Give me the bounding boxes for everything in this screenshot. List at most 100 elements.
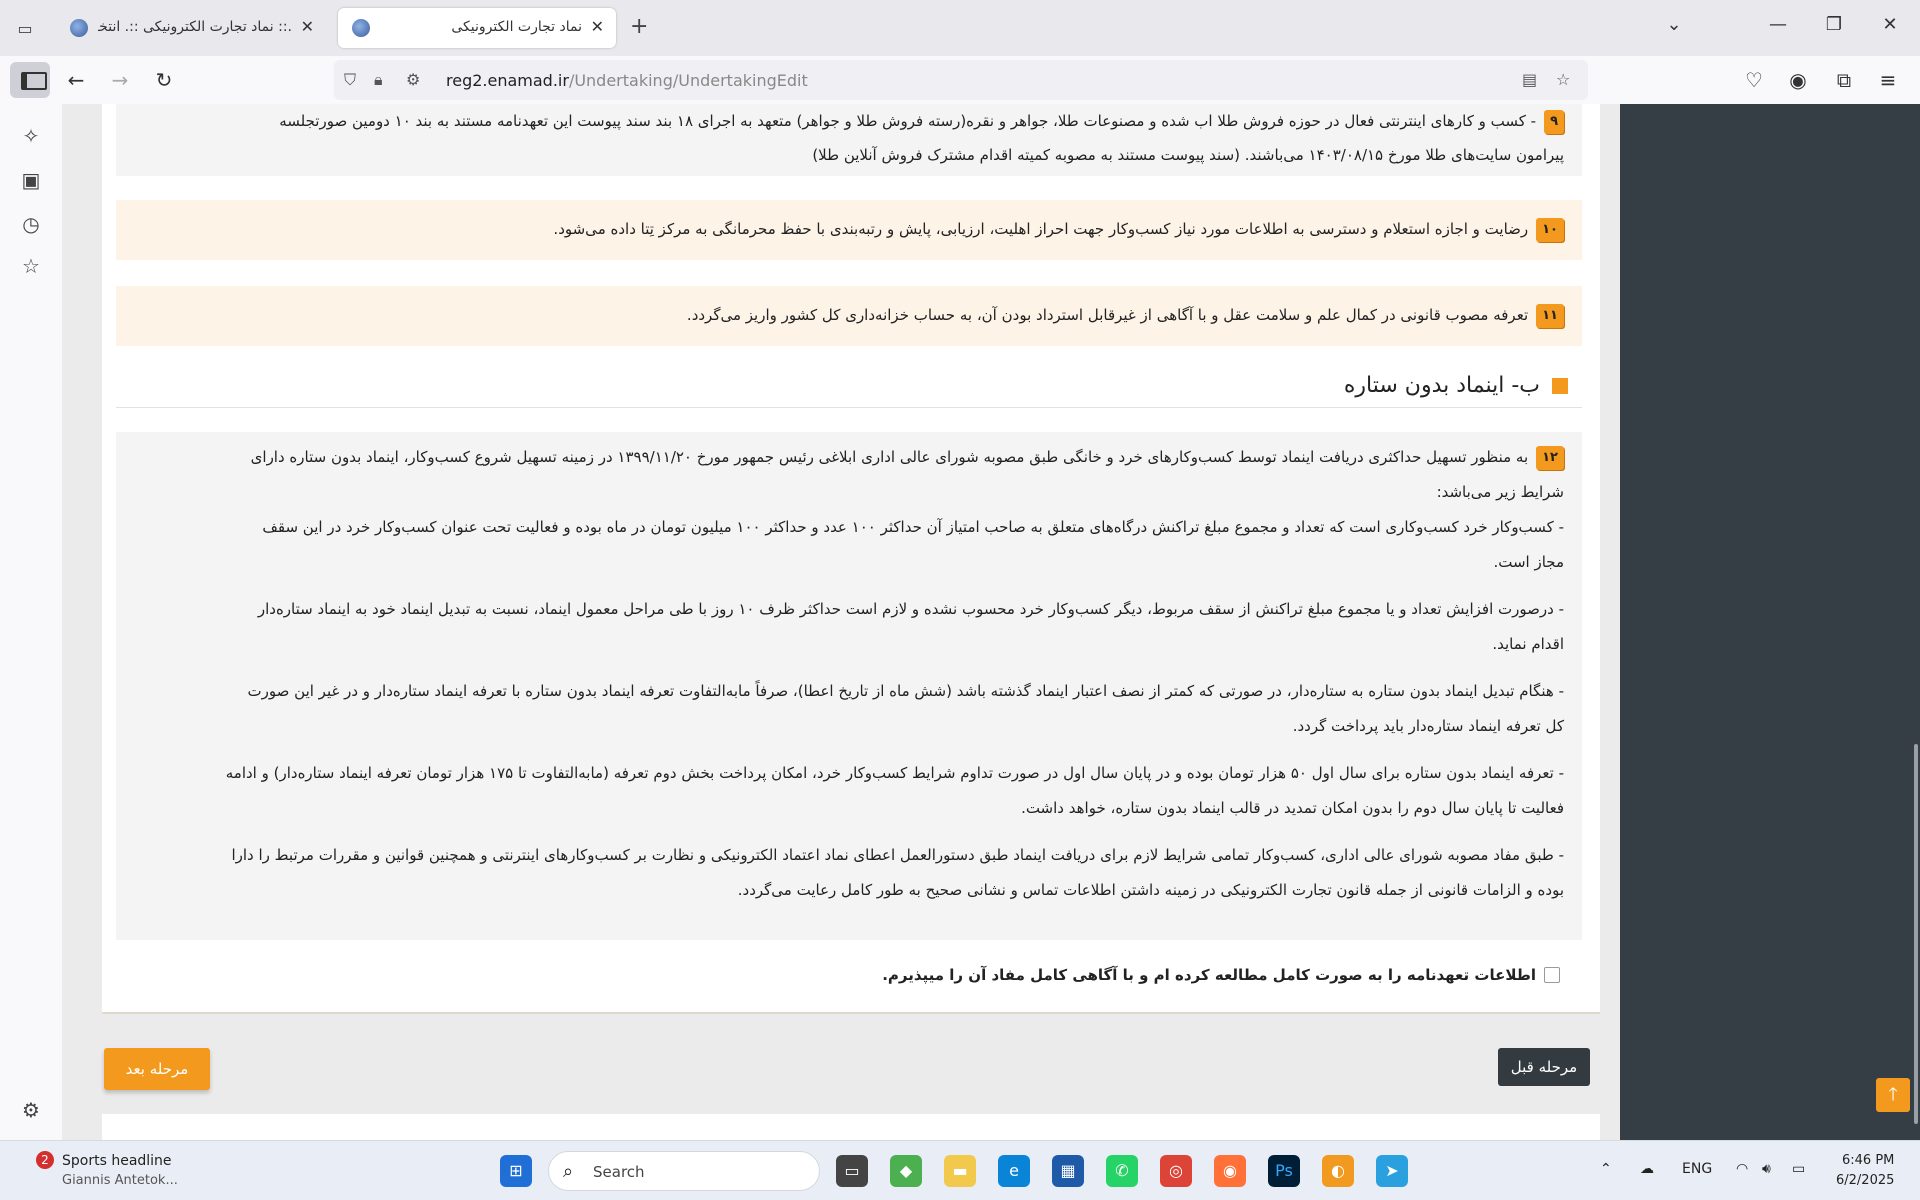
clock-time: 6:46 PM	[1842, 1153, 1895, 1168]
news-headline: Sports headline	[62, 1153, 172, 1169]
item-text: - درصورت افزایش تعداد و یا مجموع مبلغ تر…	[257, 600, 1564, 618]
reload-icon[interactable]: ↻	[150, 66, 178, 94]
tab-active[interactable]: نماد تجارت الکترونیکی ✕	[338, 8, 616, 48]
file-explorer-icon[interactable]: ▬	[944, 1155, 976, 1187]
enamad-favicon-icon	[70, 19, 88, 37]
section-square-icon	[1552, 378, 1568, 394]
item-number-badge: ۹	[1544, 109, 1564, 134]
tab-dropdown-icon[interactable]: ⌄	[1660, 14, 1688, 35]
tab-inactive[interactable]: .:: نماد تجارت الکترونیکی ::. انتخاب ✕	[56, 8, 326, 48]
store-icon[interactable]: ▦	[1052, 1155, 1084, 1187]
item-number-badge: ۱۱	[1536, 303, 1564, 328]
bookmark-star-icon[interactable]: ☆	[1556, 70, 1570, 89]
agree-checkbox-row[interactable]: اطلاعات تعهدنامه را به صورت کامل مطالعه …	[882, 966, 1560, 984]
item-11: ۱۱ تعرفه مصوب قانونی در کمال علم و سلامت …	[116, 286, 1582, 346]
chrome-icon[interactable]: ◎	[1160, 1155, 1192, 1187]
telegram-icon[interactable]: ➤	[1376, 1155, 1408, 1187]
windows-start-icon[interactable]: ⊞	[500, 1155, 532, 1187]
section-title-text: ب- اینماد بدون ستاره	[1343, 373, 1540, 398]
tab-title: نماد تجارت الکترونیکی	[451, 19, 582, 35]
permissions-icon[interactable]: ⚙	[406, 70, 420, 89]
item-number-badge: ۱۰	[1536, 217, 1564, 242]
url-bar[interactable]: ⛉ 🔒︎ ⚙ reg2.enamad.ir/Undertaking/Undert…	[334, 60, 1588, 100]
minimize-icon[interactable]: —	[1764, 14, 1792, 35]
synced-tabs-icon[interactable]: ▣	[18, 168, 44, 192]
forward-icon[interactable]: →	[106, 66, 134, 94]
search-label: Search	[593, 1163, 645, 1181]
item-text: به منظور تسهیل حداکثری دریافت اینماد توس…	[250, 448, 1529, 466]
settings-gear-icon[interactable]: ⚙	[18, 1098, 44, 1122]
tray-chevron-icon[interactable]: ⌃	[1600, 1161, 1612, 1177]
back-icon[interactable]: ←	[62, 66, 90, 94]
language-indicator[interactable]: ENG	[1682, 1161, 1712, 1177]
url-domain: reg2.enamad.ir	[446, 71, 569, 90]
app-icon[interactable]: ◐	[1322, 1155, 1354, 1187]
item-text: - کسب و کارهای اینترنتی فعال در حوزه فرو…	[279, 112, 1537, 130]
new-tab-icon[interactable]: +	[630, 14, 648, 39]
item-text: رضایت و اجازه استعلام و دسترسی به اطلاعا…	[553, 220, 1529, 238]
divider	[102, 1012, 1600, 1014]
section-title-b: ب- اینماد بدون ستاره	[116, 364, 1582, 408]
task-view-icon[interactable]: ▭	[836, 1155, 868, 1187]
menu-icon[interactable]: ≡	[1874, 66, 1902, 94]
lock-icon[interactable]: 🔒︎	[374, 70, 383, 90]
taskbar-search[interactable]: ⌕ Search	[548, 1151, 820, 1191]
close-window-icon[interactable]: ✕	[1876, 14, 1904, 35]
battery-icon[interactable]: ▭	[1792, 1161, 1805, 1177]
firefox-icon[interactable]: ◉	[1214, 1155, 1246, 1187]
news-subtitle: Giannis Antetok...	[62, 1173, 178, 1188]
item-text: - طبق مفاد مصوبه شورای عالی اداری، کسب‌و…	[231, 846, 1564, 864]
item-10: ۱۰ رضایت و اجازه استعلام و دسترسی به اطلا…	[116, 200, 1582, 260]
tab-strip: ▭ .:: نماد تجارت الکترونیکی ::. انتخاب ✕…	[0, 0, 1920, 56]
item-12: ۱۲ به منظور تسهیل حداکثری دریافت اینماد ت…	[116, 432, 1582, 940]
search-icon: ⌕	[563, 1161, 574, 1182]
network-status-icon[interactable]: ☁	[1640, 1161, 1654, 1177]
tab-title: .:: نماد تجارت الکترونیکی ::. انتخاب	[98, 19, 292, 35]
page-footer	[102, 1114, 1600, 1140]
close-tab-icon[interactable]: ✕	[591, 17, 604, 36]
item-text: کل تعرفه اینماد ستاره‌دار باید پرداخت گر…	[1292, 717, 1564, 735]
scroll-to-top-button[interactable]: 🡑	[1876, 1078, 1910, 1112]
photoshop-icon[interactable]: Ps	[1268, 1155, 1300, 1187]
url-path: /Undertaking/UndertakingEdit	[568, 71, 808, 90]
shield-icon[interactable]: ⛉	[344, 70, 356, 90]
item-text: شرایط زیر می‌باشد:	[1436, 483, 1564, 501]
undertaking-card: ۹ - کسب و کارهای اینترنتی فعال در حوزه فر…	[102, 104, 1600, 1012]
browser-sidebar: ✧ ▣ ◷ ☆ ⚙	[0, 104, 62, 1140]
news-badge: 2	[36, 1151, 54, 1169]
volume-icon[interactable]: 🔊︎	[1762, 1161, 1771, 1177]
reader-view-icon[interactable]: ▤	[1522, 70, 1537, 89]
side-panel	[1620, 104, 1920, 1140]
pocket-icon[interactable]: ♡	[1740, 66, 1768, 94]
ai-chat-icon[interactable]: ✧	[18, 124, 44, 148]
taskbar-clock[interactable]: 6:46 PM 6/2/2025	[1836, 1151, 1894, 1191]
restore-icon[interactable]: ❐	[1820, 14, 1848, 35]
whatsapp-icon[interactable]: ✆	[1106, 1155, 1138, 1187]
tab-list-icon[interactable]: ▭	[12, 16, 38, 42]
item-text: تعرفه مصوب قانونی در کمال علم و سلامت عق…	[686, 306, 1529, 324]
clock-date: 6/2/2025	[1836, 1173, 1895, 1188]
item-text: اقدام نماید.	[1492, 635, 1564, 653]
history-icon[interactable]: ◷	[18, 212, 44, 236]
windows-taskbar: 2 Sports headline Giannis Antetok... ⊞ ⌕…	[0, 1140, 1920, 1200]
next-step-button[interactable]: مرحله بعد	[104, 1048, 210, 1090]
extensions-icon[interactable]: ⧉	[1830, 66, 1858, 94]
item-text: پیرامون سایت‌های طلا مورخ ۱۴۰۳/۰۸/۱۵ می‌…	[812, 146, 1564, 164]
copilot-icon[interactable]: ◆	[890, 1155, 922, 1187]
agree-label: اطلاعات تعهدنامه را به صورت کامل مطالعه …	[882, 966, 1536, 984]
scrollbar-thumb[interactable]	[1914, 744, 1918, 1124]
item-text: - تعرفه اینماد بدون ستاره برای سال اول ۵…	[225, 764, 1564, 782]
item-text: - کسب‌وکار خرد کسب‌وکاری است که تعداد و …	[262, 518, 1564, 536]
wifi-icon[interactable]: ◠	[1736, 1161, 1748, 1177]
previous-step-button[interactable]: مرحله قبل	[1498, 1048, 1590, 1086]
agree-checkbox[interactable]	[1544, 967, 1560, 983]
url-text[interactable]: reg2.enamad.ir/Undertaking/UndertakingEd…	[446, 71, 808, 90]
close-tab-icon[interactable]: ✕	[301, 17, 314, 36]
sidebar-toggle-icon[interactable]	[10, 62, 50, 98]
item-text: - هنگام تبدیل اینماد بدون ستاره به ستاره…	[247, 682, 1564, 700]
enamad-favicon-icon	[352, 19, 370, 37]
item-text: فعالیت تا پایان سال دوم را بدون امکان تم…	[1021, 799, 1564, 817]
bookmarks-icon[interactable]: ☆	[18, 254, 44, 278]
edge-icon[interactable]: e	[998, 1155, 1030, 1187]
account-icon[interactable]: ◉	[1784, 66, 1812, 94]
